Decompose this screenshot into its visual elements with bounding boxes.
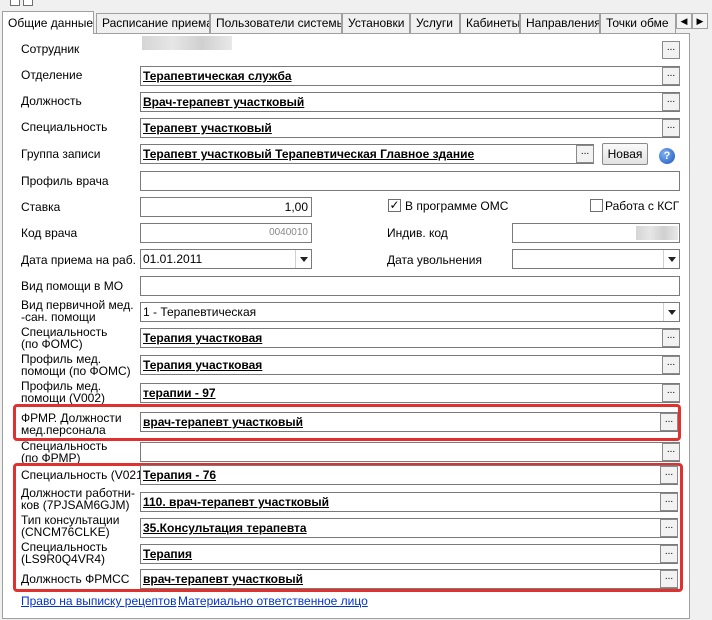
specialty-select-button[interactable]: ... (662, 119, 680, 137)
rate-label: Ставка (21, 200, 61, 214)
doctor-profile-field[interactable] (140, 171, 680, 191)
mo-care-type-label: Вид помощи в МО (21, 279, 124, 293)
ksg-checkbox[interactable] (590, 199, 603, 212)
frmss-position-label: Должность ФРМСС (21, 572, 130, 586)
employee-label: Сотрудник (21, 42, 80, 56)
department-select-button[interactable]: ... (662, 67, 680, 85)
doctor-code-label: Код врача (21, 226, 78, 240)
foms-profile-field[interactable]: Терапия участковая (140, 355, 680, 375)
booking-group-label: Группа записи (21, 147, 101, 161)
tab-schedule[interactable]: Расписание приема (96, 13, 210, 33)
mo-care-type-field[interactable] (140, 276, 680, 296)
consultation-type-label-2: (CNCM76CLKE) (21, 525, 110, 539)
foms-profile-label-2: помощи (по ФОМС) (21, 364, 131, 378)
prescription-rights-link[interactable]: Право на выписку рецептов (21, 594, 176, 608)
foms-profile-select-button[interactable]: ... (662, 356, 680, 374)
foms-specialty-label-2: (по ФОМС) (21, 337, 83, 351)
hire-date-field[interactable]: 01.01.2011 (140, 249, 312, 269)
position-select-button[interactable]: ... (662, 93, 680, 111)
v002-profile-field[interactable]: терапии - 97 (140, 383, 680, 403)
department-field[interactable]: Терапевтическая служба (140, 66, 680, 86)
employee-select-button[interactable]: ... (662, 41, 680, 59)
individual-code-label: Индив. код (387, 226, 448, 240)
frmr-position-select-button[interactable]: ... (660, 413, 678, 431)
primary-care-type-select[interactable]: 1 - Терапевтическая (140, 302, 680, 322)
v002-profile-select-button[interactable]: ... (662, 384, 680, 402)
foms-specialty-field[interactable]: Терапия участковая (140, 328, 680, 348)
position-label: Должность (21, 94, 82, 108)
worker-positions-label-2: ков (7PJSAM6GJM) (21, 498, 130, 512)
consultation-type-field[interactable]: 35.Консультация терапевта (140, 518, 678, 538)
oms-checkbox-label: В программе ОМС (405, 199, 509, 213)
frmr-position-label-2: мед.персонала (21, 423, 106, 437)
doctor-code-field[interactable]: 0040010 (140, 223, 312, 243)
tab-strip: Общие данные Расписание приема Пользоват… (0, 11, 712, 34)
specialty-field[interactable]: Терапевт участковый (140, 118, 680, 138)
tab-scroll-right-icon[interactable]: ▶ (692, 13, 708, 29)
frmr-position-field[interactable]: врач-терапевт участковый (140, 412, 678, 432)
booking-group-select-button[interactable]: ... (576, 145, 594, 163)
new-group-button[interactable]: Новая (602, 143, 648, 165)
specialty-label: Специальность (21, 120, 108, 134)
hire-date-label: Дата приема на раб. (21, 253, 136, 267)
frmr-specialty-field[interactable] (140, 442, 680, 462)
primary-care-type-label-2: -сан. помощи (21, 310, 96, 324)
v021-specialty-select-button[interactable]: ... (660, 466, 678, 484)
v021-specialty-field[interactable]: Терапия - 76 (140, 465, 678, 485)
tab-cabinets[interactable]: Кабинеты (460, 13, 520, 33)
booking-group-field[interactable]: Терапевт участковый Терапевтическая Глав… (140, 144, 594, 164)
tab-settings[interactable]: Установки (342, 13, 410, 33)
tab-scroll-left-icon[interactable]: ◀ (676, 13, 692, 29)
position-field[interactable]: Врач-терапевт участковый (140, 92, 680, 112)
consultation-type-select-button[interactable]: ... (660, 519, 678, 537)
worker-positions-field[interactable]: 110. врач-терапевт участковый (140, 492, 678, 512)
ls9-specialty-select-button[interactable]: ... (660, 545, 678, 563)
primary-care-type-dropdown-icon[interactable] (663, 303, 679, 321)
rate-field[interactable]: 1,00 (140, 197, 312, 217)
tab-services[interactable]: Услуги (410, 13, 460, 33)
individual-code-redacted (636, 226, 678, 240)
tab-exchange-points[interactable]: Точки обме (600, 13, 676, 33)
v021-specialty-label: Специальность (V021) (21, 468, 147, 482)
tab-general[interactable]: Общие данные (2, 11, 94, 34)
doctor-profile-label: Профиль врача (21, 174, 109, 188)
ls9-specialty-field[interactable]: Терапия (140, 544, 678, 564)
responsible-person-link[interactable]: Материально ответственное лицо (178, 594, 368, 608)
hire-date-dropdown-icon[interactable] (295, 250, 311, 268)
foms-specialty-select-button[interactable]: ... (662, 329, 680, 347)
dismissal-date-dropdown-icon[interactable] (663, 250, 679, 268)
ls9-specialty-label-2: (LS9R0Q4VR4) (21, 552, 106, 566)
tab-system-users[interactable]: Пользователи системы (210, 13, 342, 33)
frmss-position-field[interactable]: врач-терапевт участковый (140, 569, 678, 589)
worker-positions-select-button[interactable]: ... (660, 493, 678, 511)
toolbar-icon-2[interactable] (23, 0, 33, 6)
dismissal-date-field[interactable] (512, 249, 680, 269)
toolbar-icon-1[interactable] (10, 0, 20, 6)
top-toolbar-strip (0, 0, 712, 8)
department-label: Отделение (21, 68, 83, 82)
tab-directions[interactable]: Направления (520, 13, 600, 33)
employee-name-redacted (142, 36, 232, 50)
ksg-checkbox-label: Работа с КСГ (605, 199, 680, 213)
dismissal-date-label: Дата увольнения (387, 253, 482, 267)
frmss-position-select-button[interactable]: ... (660, 570, 678, 588)
help-icon[interactable]: ? (659, 148, 675, 164)
frmr-specialty-select-button[interactable]: ... (662, 443, 680, 461)
oms-checkbox[interactable]: ✓ (388, 199, 401, 212)
